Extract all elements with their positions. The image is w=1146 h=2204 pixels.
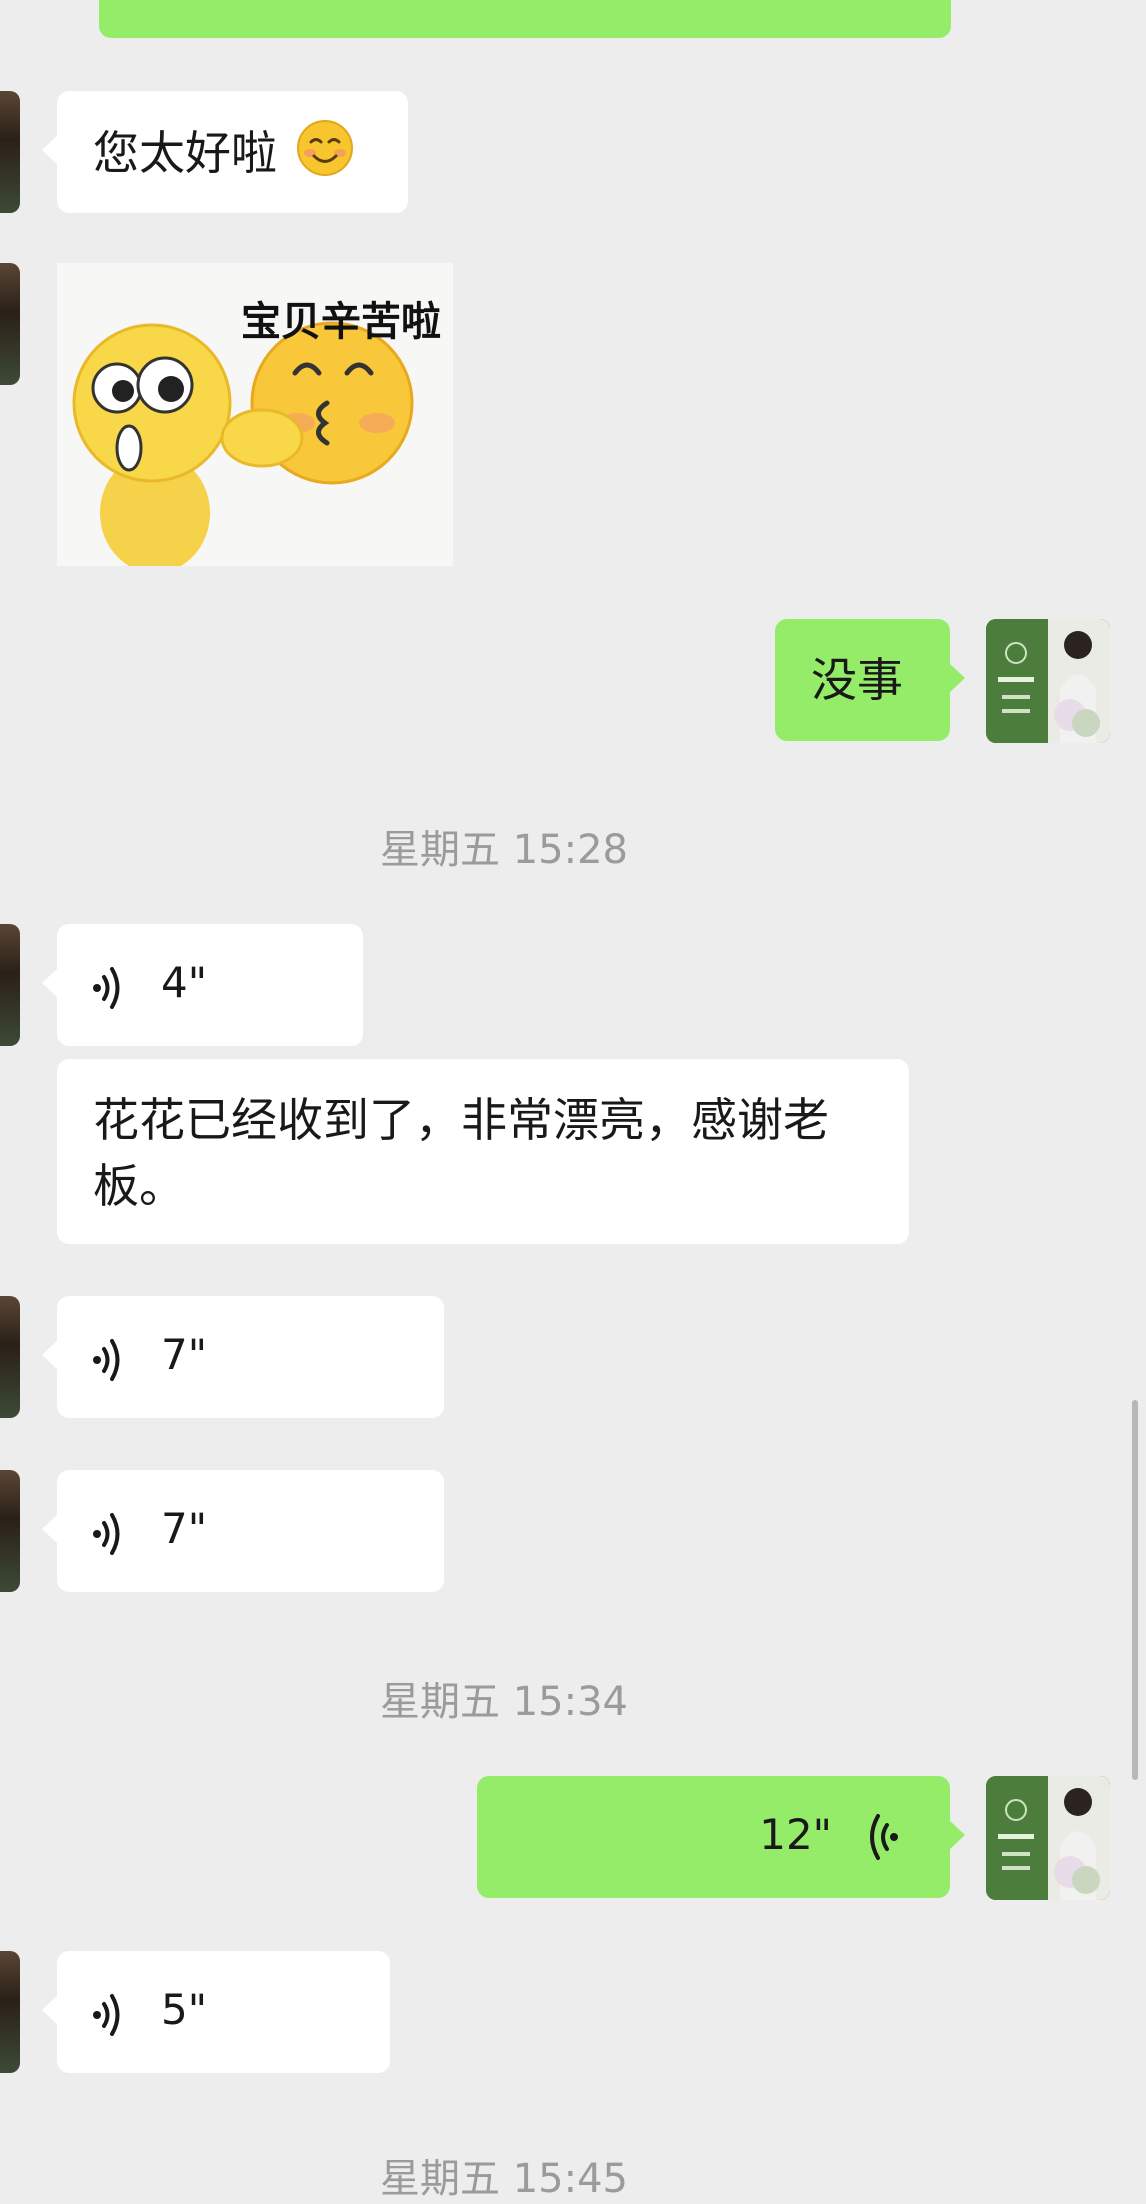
- voice-wave-icon: [91, 962, 125, 1028]
- voice-message-outgoing[interactable]: 12": [477, 1776, 965, 1898]
- voice-wave-icon: [91, 1989, 125, 2055]
- message-text: 花花已经收到了，非常漂亮，感谢老板。: [93, 1093, 829, 1213]
- my-avatar[interactable]: [986, 1776, 1110, 1900]
- message-bubble[interactable]: 花花已经收到了，非常漂亮，感谢老板。: [57, 1059, 909, 1244]
- contact-avatar[interactable]: [0, 1470, 20, 1592]
- message-text: 没事: [811, 653, 903, 707]
- voice-duration: 4": [161, 958, 208, 1007]
- my-avatar[interactable]: [986, 619, 1110, 743]
- voice-duration: 7": [161, 1504, 208, 1553]
- contact-avatar[interactable]: [0, 1951, 20, 2073]
- timestamp: 星期五 15:28: [380, 827, 628, 873]
- outgoing-bubble-partial[interactable]: [99, 0, 951, 38]
- message-bubble-outgoing[interactable]: 没事: [775, 619, 965, 741]
- voice-wave-icon: [864, 1812, 900, 1879]
- message-bubble[interactable]: 您太好啦: [42, 91, 408, 213]
- avatar-icon: [986, 1776, 1110, 1900]
- voice-duration: 7": [161, 1330, 208, 1379]
- voice-wave-icon: [91, 1334, 125, 1400]
- sticker-image[interactable]: 宝贝辛苦啦: [57, 263, 453, 566]
- avatar-icon: [986, 619, 1110, 743]
- voice-message[interactable]: 7": [42, 1296, 444, 1418]
- sticker-caption: 宝贝辛苦啦: [241, 299, 441, 345]
- smile-emoji-icon: [296, 119, 354, 194]
- voice-message[interactable]: 4": [42, 924, 363, 1046]
- voice-duration: 5": [161, 1985, 208, 2034]
- timestamp: 星期五 15:34: [380, 1679, 628, 1725]
- voice-message[interactable]: 5": [42, 1951, 390, 2073]
- timestamp: 星期五 15:45: [380, 2156, 628, 2202]
- message-text: 您太好啦: [93, 126, 277, 180]
- contact-avatar[interactable]: [0, 924, 20, 1046]
- contact-avatar[interactable]: [0, 91, 20, 213]
- voice-message[interactable]: 7": [42, 1470, 444, 1592]
- voice-duration: 12": [759, 1810, 832, 1859]
- scrollbar[interactable]: [1132, 1400, 1138, 1780]
- contact-avatar[interactable]: [0, 1296, 20, 1418]
- voice-wave-icon: [91, 1508, 125, 1574]
- contact-avatar[interactable]: [0, 263, 20, 385]
